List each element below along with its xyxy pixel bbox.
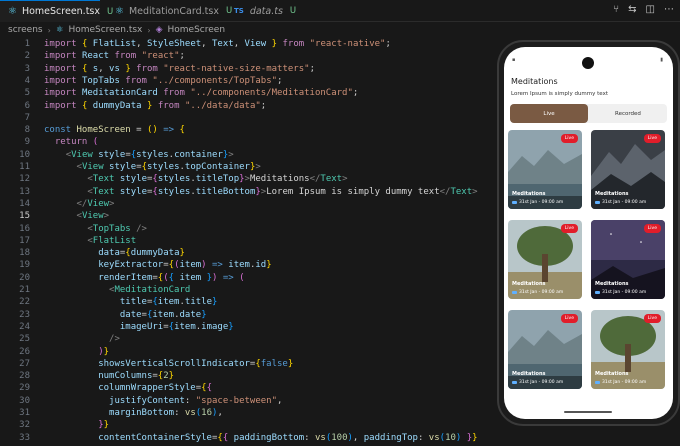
camera-cutout <box>582 57 594 69</box>
card-date-text: 31st Jan - 09:00 am <box>602 200 647 205</box>
meditation-card[interactable]: Live Meditations 31st Jan - 09:00 am <box>508 310 582 389</box>
breadcrumb: screens › ⚛ HomeScreen.tsx › ◈ HomeScree… <box>0 22 500 38</box>
live-badge: Live <box>643 314 661 323</box>
symbol-icon: ◈ <box>155 25 163 35</box>
react-icon: ⚛ <box>8 6 17 17</box>
card-title: Meditations <box>512 281 546 287</box>
editor-tab-bar: ⚛ HomeScreen.tsx U ⚛ MeditationCard.tsx … <box>0 0 680 22</box>
video-icon <box>512 291 517 294</box>
video-icon <box>595 291 600 294</box>
meditation-card[interactable]: Live Meditations 31st Jan - 09:00 am <box>591 220 665 299</box>
meditation-card[interactable]: Live Meditations 31st Jan - 09:00 am <box>508 220 582 299</box>
home-indicator <box>564 411 612 413</box>
card-date: 31st Jan - 09:00 am <box>595 290 646 295</box>
tab-homescreen[interactable]: ⚛ HomeScreen.tsx U <box>0 0 113 22</box>
card-date-text: 31st Jan - 09:00 am <box>519 290 564 295</box>
card-title: Meditations <box>595 371 629 377</box>
code-editor[interactable]: 1 import { FlatList, StyleSheet, Text, Vi… <box>0 38 500 446</box>
chevron-right-icon: › <box>47 25 51 35</box>
card-title: Meditations <box>512 191 546 197</box>
breadcrumb-folder[interactable]: screens <box>8 25 43 35</box>
card-date: 31st Jan - 09:00 am <box>512 290 563 295</box>
meditation-card[interactable]: Live Meditations 31st Jan - 09:00 am <box>591 130 665 209</box>
battery-icon: ▮ <box>660 57 663 63</box>
tab-data[interactable]: TS data.ts U <box>226 0 306 22</box>
card-date-text: 31st Jan - 09:00 am <box>602 380 647 385</box>
video-icon <box>512 381 517 384</box>
card-date: 31st Jan - 09:00 am <box>595 200 646 205</box>
phone-screen: ▪ ▮ Meditations Lorem Ipsum is simply du… <box>504 47 673 419</box>
tab-label: HomeScreen.tsx <box>21 6 101 17</box>
breadcrumb-symbol[interactable]: HomeScreen <box>168 25 226 35</box>
card-title: Meditations <box>512 371 546 377</box>
live-badge: Live <box>560 314 578 323</box>
editor-actions: ⑂ ⇆ ◫ ⋯ <box>613 4 674 15</box>
tab-live[interactable]: Live <box>510 104 588 123</box>
meditation-card[interactable]: Live Meditations 31st Jan - 09:00 am <box>591 310 665 389</box>
video-icon <box>595 201 600 204</box>
card-date: 31st Jan - 09:00 am <box>512 200 563 205</box>
compare-icon[interactable]: ⇆ <box>628 4 636 15</box>
more-icon[interactable]: ⋯ <box>664 4 674 15</box>
app-title: Meditations <box>511 77 558 86</box>
top-tabs: Live Recorded <box>510 104 667 123</box>
breadcrumb-file[interactable]: HomeScreen.tsx <box>68 25 142 35</box>
tab-label: data.ts <box>249 5 283 17</box>
card-title: Meditations <box>595 191 629 197</box>
live-badge: Live <box>643 134 661 143</box>
video-icon <box>512 201 517 204</box>
tab-meditationcard[interactable]: ⚛ MeditationCard.tsx U <box>107 0 232 22</box>
card-date-text: 31st Jan - 09:00 am <box>519 200 564 205</box>
status-time: ▪ <box>512 57 516 63</box>
phone-preview: ▪ ▮ Meditations Lorem Ipsum is simply du… <box>497 40 680 426</box>
card-title: Meditations <box>595 281 629 287</box>
tab-recorded[interactable]: Recorded <box>589 104 667 123</box>
tab-label: MeditationCard.tsx <box>128 5 219 17</box>
react-icon: ⚛ <box>55 25 64 35</box>
branch-icon[interactable]: ⑂ <box>613 4 619 15</box>
live-badge: Live <box>560 224 578 233</box>
live-badge: Live <box>643 224 661 233</box>
card-date: 31st Jan - 09:00 am <box>512 380 563 385</box>
split-editor-icon[interactable]: ◫ <box>646 4 655 15</box>
chevron-right-icon: › <box>147 25 151 35</box>
untracked-badge: U <box>289 6 297 16</box>
ts-icon: TS <box>234 7 244 15</box>
card-date-text: 31st Jan - 09:00 am <box>519 380 564 385</box>
react-icon: ⚛ <box>115 5 124 17</box>
meditation-card[interactable]: Live Meditations 31st Jan - 09:00 am <box>508 130 582 209</box>
card-date-text: 31st Jan - 09:00 am <box>602 290 647 295</box>
video-icon <box>595 381 600 384</box>
card-date: 31st Jan - 09:00 am <box>595 380 646 385</box>
live-badge: Live <box>560 134 578 143</box>
app-subtitle: Lorem Ipsum is simply dummy text <box>511 91 608 97</box>
